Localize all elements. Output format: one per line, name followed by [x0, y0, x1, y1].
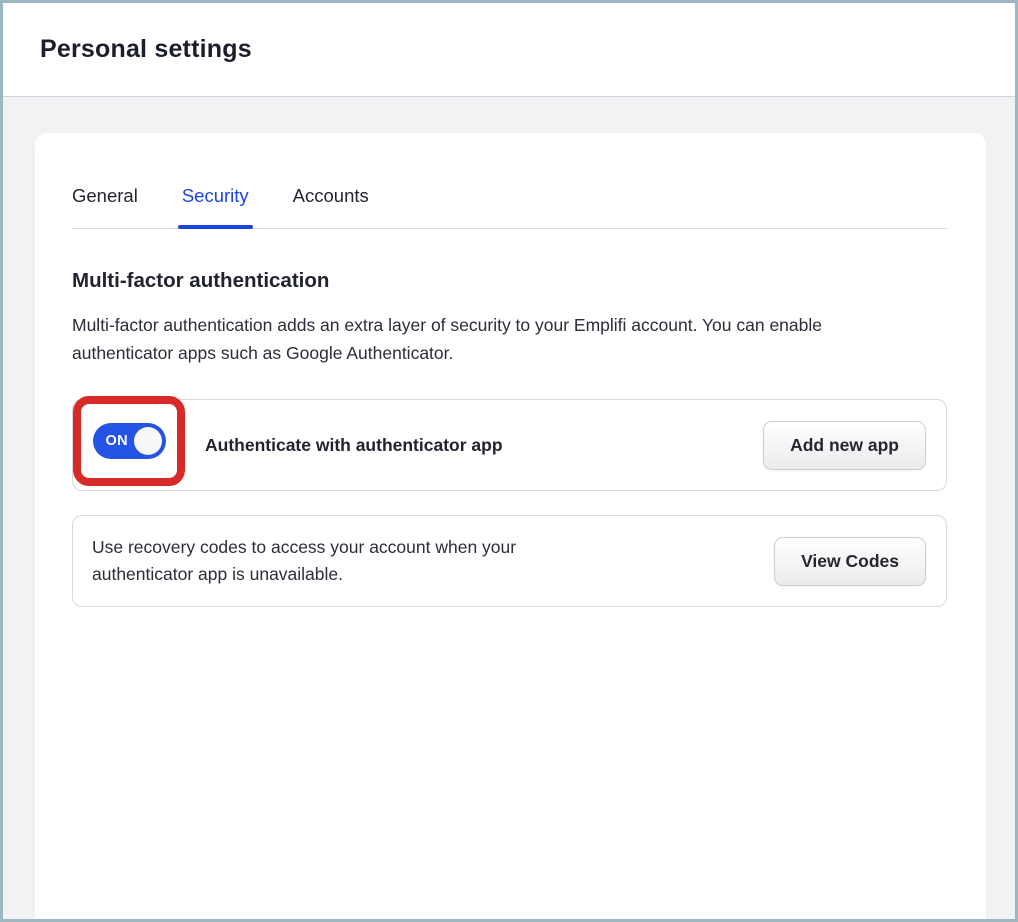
annotation-red-box: ON	[73, 396, 185, 486]
section-title: Multi-factor authentication	[72, 269, 947, 293]
app-body: General Security Accounts Multi-factor a…	[3, 97, 1015, 919]
toggle-on-label: ON	[106, 433, 128, 449]
mfa-toggle[interactable]: ON	[93, 423, 166, 459]
recovery-codes-text: Use recovery codes to access your accoun…	[92, 534, 612, 588]
tab-accounts[interactable]: Accounts	[293, 185, 369, 228]
page-title: Personal settings	[40, 35, 252, 64]
section-description: Multi-factor authentication adds an extr…	[72, 311, 882, 367]
settings-card: General Security Accounts Multi-factor a…	[35, 133, 986, 919]
recovery-codes-row: Use recovery codes to access your accoun…	[72, 515, 947, 607]
authenticator-row-label: Authenticate with authenticator app	[205, 435, 503, 456]
toggle-knob	[134, 427, 162, 455]
personal-settings-window: Personal settings General Security Accou…	[0, 0, 1018, 922]
tab-security[interactable]: Security	[182, 185, 249, 228]
authenticator-row: ON Authenticate with authenticator app A…	[72, 399, 947, 491]
view-codes-button[interactable]: View Codes	[774, 537, 926, 586]
tab-bar: General Security Accounts	[72, 133, 947, 229]
tab-general[interactable]: General	[72, 185, 138, 228]
add-new-app-button[interactable]: Add new app	[763, 421, 926, 470]
app-header: Personal settings	[3, 3, 1015, 97]
